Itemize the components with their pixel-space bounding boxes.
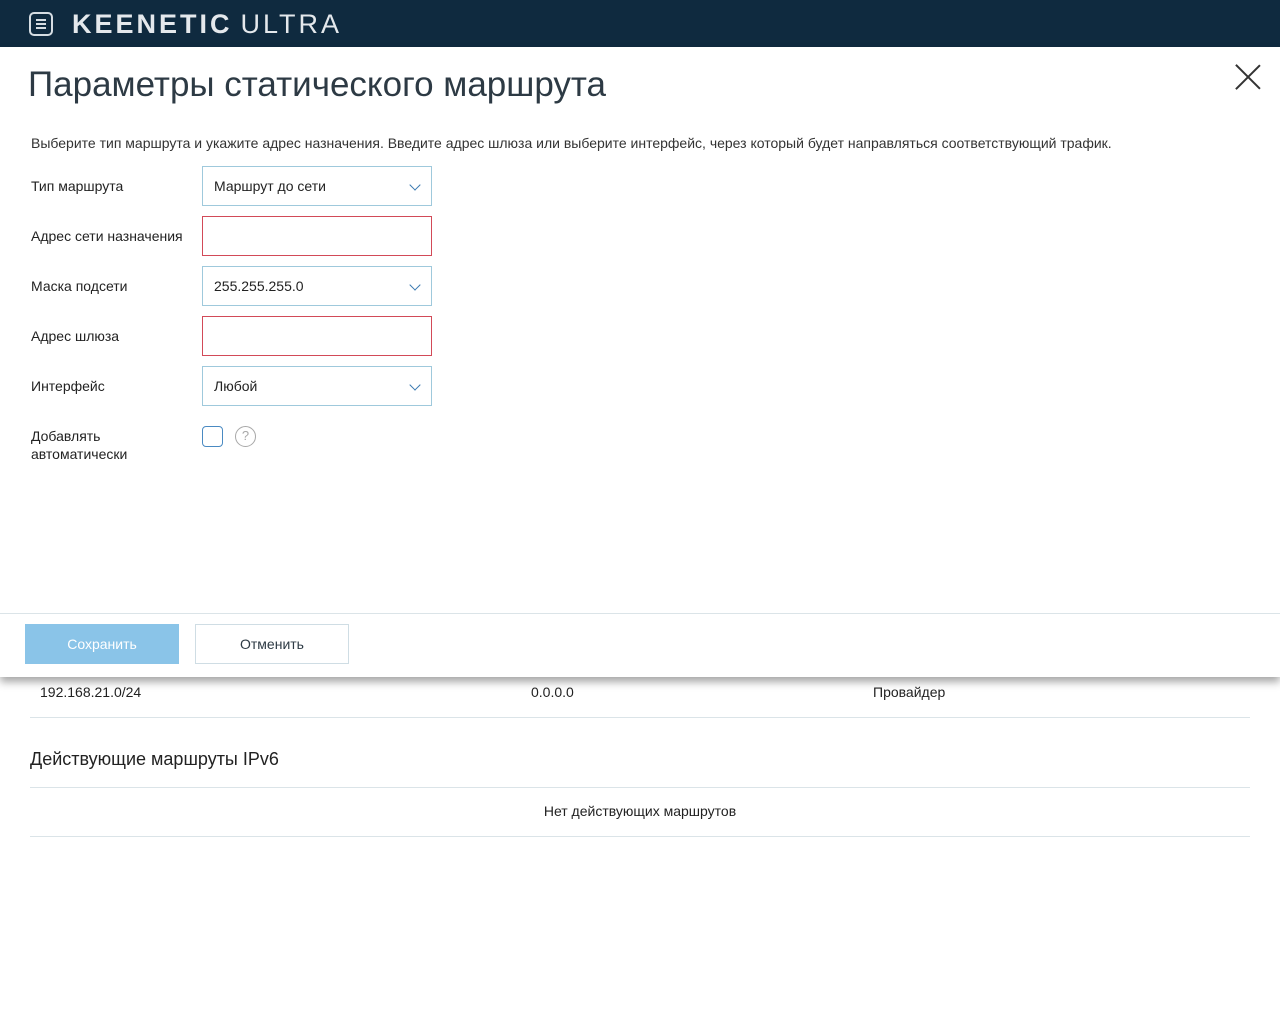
auto-add-label-line1: Добавлять	[31, 428, 101, 444]
interface-label: Интерфейс	[31, 378, 105, 394]
cancel-button[interactable]: Отменить	[195, 624, 349, 664]
help-icon[interactable]: ?	[235, 426, 256, 447]
subnet-mask-value: 255.255.255.0	[214, 278, 304, 294]
interface-select[interactable]: Любой	[202, 366, 432, 406]
ipv6-routes-title: Действующие маршруты IPv6	[30, 749, 279, 769]
subnet-mask-select[interactable]: 255.255.255.0	[202, 266, 432, 306]
dialog-description: Выберите тип маршрута и укажите адрес на…	[31, 135, 1112, 151]
subnet-mask-label: Маска подсети	[31, 278, 128, 294]
brand-name: KEENETIC	[72, 9, 233, 39]
dialog-title: Параметры статического маршрута	[28, 65, 607, 104]
close-icon[interactable]	[1234, 63, 1262, 91]
chevron-down-icon	[409, 379, 421, 391]
route-type-label: Тип маршрута	[31, 178, 124, 194]
gateway-input[interactable]	[202, 316, 432, 356]
chevron-down-icon	[409, 179, 421, 191]
route-type-select[interactable]: Маршрут до сети	[202, 166, 432, 206]
chevron-down-icon	[409, 279, 421, 291]
static-route-dialog: Параметры статического маршрута Выберите…	[0, 47, 1280, 677]
brand-model: ULTRA	[240, 9, 343, 39]
ipv6-empty-message: Нет действующих маршрутов	[30, 787, 1250, 837]
auto-add-label-line2: автоматически	[31, 446, 128, 462]
footer-divider	[0, 613, 1280, 614]
dest-address-label: Адрес сети назначения	[31, 228, 183, 244]
gateway-label: Адрес шлюза	[31, 328, 120, 344]
dest-address-input[interactable]	[202, 216, 432, 256]
auto-add-checkbox[interactable]	[202, 426, 223, 447]
route-destination: 192.168.21.0/24	[40, 684, 142, 700]
auto-add-label: Добавлять автоматически	[31, 427, 127, 463]
table-row: 192.168.21.0/24 0.0.0.0 Провайдер	[30, 676, 1250, 718]
interface-value: Любой	[214, 378, 258, 394]
menu-icon[interactable]	[29, 12, 53, 36]
route-type-value: Маршрут до сети	[214, 178, 326, 194]
save-button[interactable]: Сохранить	[25, 624, 179, 664]
route-interface: Провайдер	[873, 684, 946, 700]
top-bar: KEENETIC ULTRA	[0, 0, 1280, 47]
route-gateway: 0.0.0.0	[531, 684, 574, 700]
brand-logo: KEENETIC ULTRA	[72, 9, 342, 39]
